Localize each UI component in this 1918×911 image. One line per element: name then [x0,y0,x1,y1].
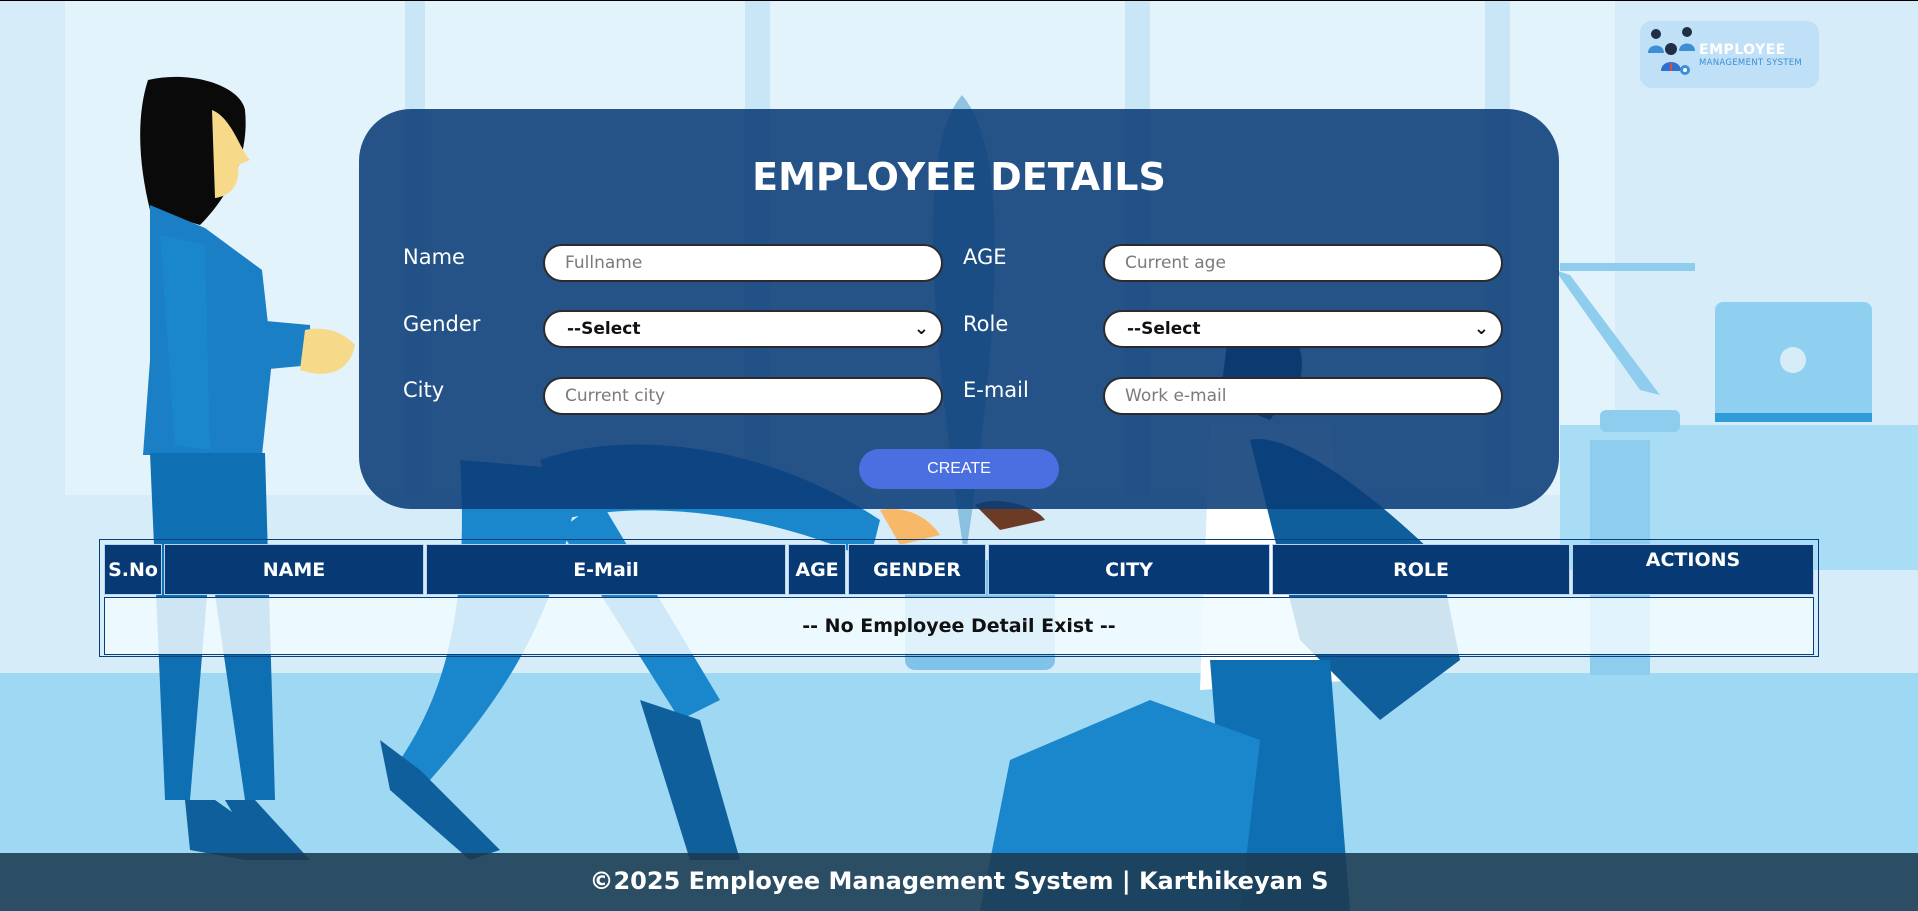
form-title: EMPLOYEE DETAILS [752,155,1166,199]
employee-table: S.No NAME E-Mail AGE GENDER CITY ROLE AC… [99,539,1819,657]
gender-label: Gender [403,312,481,336]
role-label: Role [963,312,1009,336]
footer: ©2025 Employee Management System | Karth… [0,853,1918,911]
employees-group-icon [1648,27,1695,75]
chevron-down-icon: ⌄ [1473,318,1489,339]
table-header-row: S.No NAME E-Mail AGE GENDER CITY ROLE AC… [104,544,1814,595]
column-header-sno: S.No [104,544,162,595]
column-header-gender: GENDER [848,544,986,595]
role-select[interactable]: --Select ⌄ [1103,310,1503,348]
role-selected-value: --Select [1127,319,1201,339]
city-label: City [403,378,445,402]
empty-table-message: -- No Employee Detail Exist -- [104,597,1814,655]
column-header-role: ROLE [1272,544,1570,595]
employee-form-panel: EMPLOYEE DETAILS Name AGE Gender --Selec… [359,109,1559,509]
gender-selected-value: --Select [567,319,641,339]
table-row: -- No Employee Detail Exist -- [104,597,1814,655]
top-border-line [0,0,1918,1]
column-header-name: NAME [164,544,424,595]
email-label: E-mail [963,378,1029,402]
age-label: AGE [963,245,1007,269]
gender-select[interactable]: --Select ⌄ [543,310,943,348]
column-header-email: E-Mail [426,544,786,595]
name-label: Name [403,245,465,269]
app-logo: EMPLOYEE MANAGEMENT SYSTEM [1640,21,1819,88]
column-header-actions: ACTIONS [1572,544,1814,595]
name-input[interactable] [543,244,943,282]
column-header-city: CITY [988,544,1270,595]
footer-copyright: ©2025 Employee Management System | Karth… [589,867,1329,895]
logo-title: EMPLOYEE [1699,42,1786,58]
create-button[interactable]: CREATE [859,449,1059,489]
chevron-down-icon: ⌄ [913,318,929,339]
age-input[interactable] [1103,244,1503,282]
logo-subtitle: MANAGEMENT SYSTEM [1699,58,1803,68]
city-input[interactable] [543,377,943,415]
email-input[interactable] [1103,377,1503,415]
column-header-age: AGE [788,544,846,595]
